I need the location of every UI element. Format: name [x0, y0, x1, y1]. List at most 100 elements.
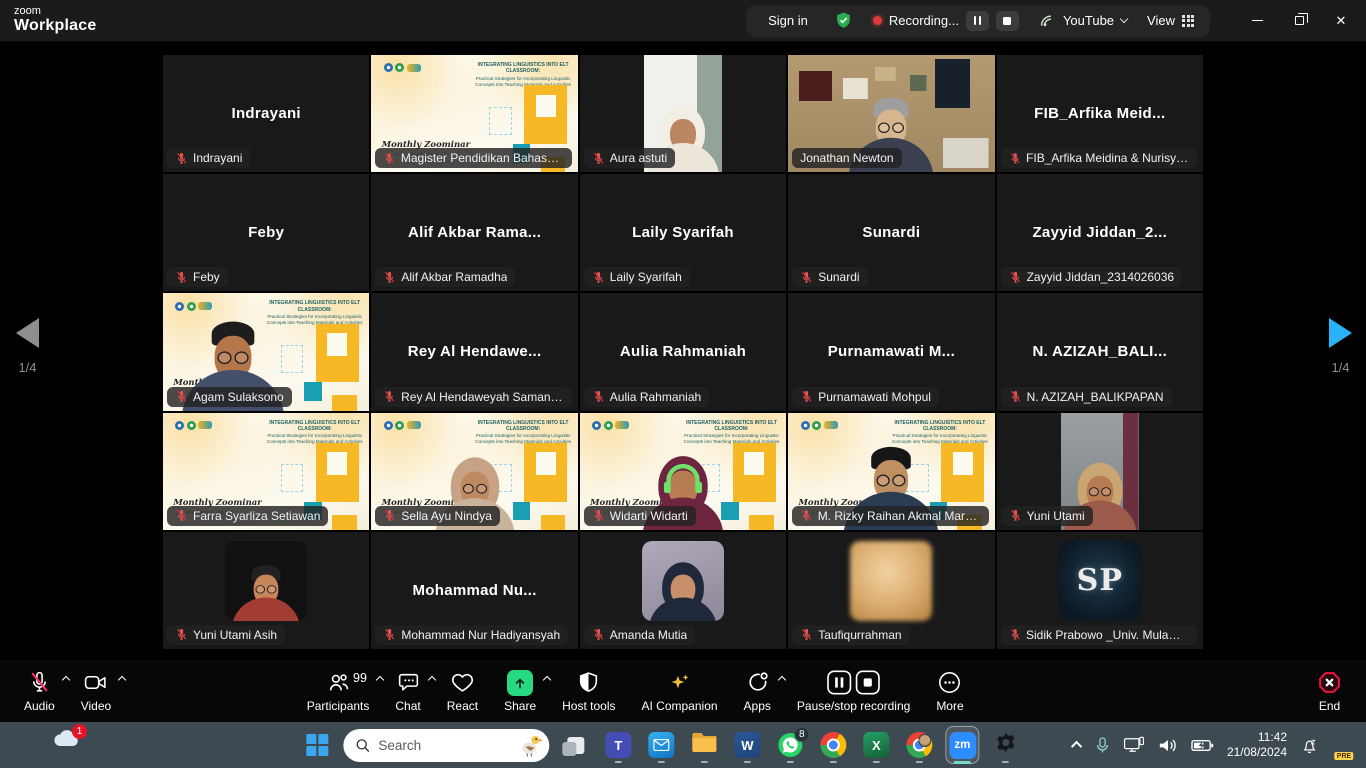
next-page-control[interactable]: 1/4 [1329, 318, 1352, 375]
close-button[interactable]: ✕ [1320, 0, 1362, 42]
taskbar-app-whatsapp[interactable]: 8 [773, 725, 807, 765]
taskbar-app-word[interactable]: W [730, 725, 764, 765]
participant-tile-7[interactable]: Alif Akbar Rama...Alif Akbar Ramadha [371, 174, 577, 291]
share-screen-green-icon [507, 670, 533, 696]
participant-tile-9[interactable]: SunardiSunardi [788, 174, 994, 291]
chevron-up-icon[interactable] [543, 676, 551, 684]
toolbar-button-label: Audio [24, 699, 55, 713]
taskbar-app-settings[interactable] [988, 725, 1022, 765]
participant-tile-6[interactable]: FebyFeby [163, 174, 369, 291]
participant-tile-17[interactable]: INTEGRATING LINGUISTICS INTO ELT CLASSRO… [371, 413, 577, 530]
chevron-up-icon[interactable] [428, 676, 436, 684]
taskbar-app-chrome-profile[interactable] [902, 725, 936, 765]
tray-battery-icon[interactable] [1191, 739, 1214, 752]
participant-name-label: Purnamawati Mohpul [792, 387, 939, 407]
chevron-up-icon[interactable] [61, 676, 69, 684]
slide-logos-icon [384, 63, 421, 72]
react-button[interactable]: React [447, 669, 478, 713]
slide-yellow-shape [524, 443, 567, 502]
taskbar-app-start[interactable] [300, 725, 334, 765]
participant-tile-15[interactable]: N. AZIZAH_BALI...N. AZIZAH_BALIKPAPAN [997, 293, 1203, 410]
clock-time: 11:42 [1227, 730, 1287, 745]
end-button[interactable]: End [1317, 669, 1342, 713]
participant-name-label: M. Rizky Raihan Akmal Marsudi [792, 506, 988, 526]
participant-tile-21[interactable]: Yuni Utami Asih [163, 532, 369, 649]
apps-button[interactable]: Apps [744, 669, 771, 713]
taskbar-app-excel[interactable]: X [859, 725, 893, 765]
participant-tile-4[interactable]: Jonathan Newton [788, 55, 994, 172]
taskbar-app-file-explorer[interactable] [687, 725, 721, 765]
view-menu[interactable]: View [1147, 13, 1194, 28]
participant-tile-20[interactable]: Yuni Utami [997, 413, 1203, 530]
participant-tile-19[interactable]: INTEGRATING LINGUISTICS INTO ELT CLASSRO… [788, 413, 994, 530]
participant-tile-1[interactable]: IndrayaniIndrayani [163, 55, 369, 172]
meeting-toolbar: Audio Video 99Participants Chat React Share Ho… [0, 660, 1366, 722]
tray-overflow-chevron-icon[interactable] [1071, 741, 1082, 752]
copilot-icon[interactable]: PRE [1332, 733, 1356, 757]
participants-button[interactable]: 99Participants [307, 669, 370, 713]
stop-recording-button[interactable] [996, 11, 1019, 31]
youtube-stream-menu[interactable]: YouTube [1039, 13, 1127, 28]
participant-tile-24[interactable]: Taufiqurrahman [788, 532, 994, 649]
participant-tile-25[interactable]: SPSidik Prabowo _Univ. Mulawar... [997, 532, 1203, 649]
tray-microphone-icon[interactable] [1095, 737, 1110, 754]
pause-stop-recording-button[interactable]: Pause/stop recording [797, 669, 910, 713]
share-button[interactable]: Share [504, 669, 536, 713]
zoom-meeting-window: zoom Workplace Sign in Recording... [0, 0, 1366, 768]
slide-logos-icon [175, 421, 212, 430]
taskbar-clock[interactable]: 11:42 21/08/2024 [1227, 730, 1287, 760]
restore-button[interactable] [1278, 0, 1320, 42]
taskbar-app-zoom[interactable]: zm [945, 725, 979, 765]
taskbar-app-mail[interactable] [644, 725, 678, 765]
notification-bell-icon[interactable] [1300, 736, 1319, 755]
participant-tile-5[interactable]: FIB_Arfika Meid...FIB_Arfika Meidina & N… [997, 55, 1203, 172]
taskbar-search-input[interactable]: Search [343, 729, 549, 762]
onedrive-badge: 1 [72, 724, 87, 739]
participant-tile-12[interactable]: Rey Al Hendawe...Rey Al Hendaweyah Saman… [371, 293, 577, 410]
participant-tile-16[interactable]: INTEGRATING LINGUISTICS INTO ELT CLASSRO… [163, 413, 369, 530]
toolbar-button-label: Chat [395, 699, 420, 713]
participant-tile-8[interactable]: Laily SyarifahLaily Syarifah [580, 174, 786, 291]
chevron-up-icon[interactable] [376, 676, 384, 684]
toolbar-button-label: AI Companion [642, 699, 718, 713]
onedrive-icon[interactable]: 1 [52, 729, 80, 754]
chevron-up-icon[interactable] [118, 676, 126, 684]
participant-tile-18[interactable]: INTEGRATING LINGUISTICS INTO ELT CLASSRO… [580, 413, 786, 530]
minimize-button[interactable] [1236, 0, 1278, 42]
participant-tile-13[interactable]: Aulia RahmaniahAulia Rahmaniah [580, 293, 786, 410]
view-label: View [1147, 13, 1175, 28]
participant-tile-23[interactable]: Amanda Mutia [580, 532, 786, 649]
participant-name-label: Yuni Utami Asih [167, 625, 285, 645]
taskbar-app-task-view[interactable] [558, 725, 592, 765]
participant-tile-10[interactable]: Zayyid Jiddan_2...Zayyid Jiddan_23140260… [997, 174, 1203, 291]
titlebar: zoom Workplace Sign in Recording... [0, 0, 1366, 42]
tray-speaker-icon[interactable] [1158, 737, 1178, 754]
participant-tile-3[interactable]: Aura astuti [580, 55, 786, 172]
chat-button[interactable]: Chat [395, 669, 420, 713]
next-page-arrow-icon[interactable] [1329, 318, 1352, 348]
audio-button[interactable]: Audio [24, 669, 55, 713]
participant-name-label: Sella Ayu Nindya [375, 506, 500, 526]
sign-in-button[interactable]: Sign in [762, 12, 814, 29]
ai-companion-button[interactable]: AI Companion [642, 669, 718, 713]
muted-mic-icon [800, 271, 813, 284]
taskbar-app-chrome[interactable] [816, 725, 850, 765]
pause-recording-button[interactable] [966, 11, 989, 31]
participant-tile-2[interactable]: INTEGRATING LINGUISTICS INTO ELT CLASSRO… [371, 55, 577, 172]
tray-display-icon[interactable] [1123, 736, 1145, 754]
participant-tile-11[interactable]: INTEGRATING LINGUISTICS INTO ELT CLASSRO… [163, 293, 369, 410]
muted-mic-icon [383, 509, 396, 522]
host-tools-button[interactable]: Host tools [562, 669, 615, 713]
taskbar-app-teams[interactable]: T [601, 725, 635, 765]
word-icon: W [734, 732, 760, 758]
video-button[interactable]: Video [81, 669, 111, 713]
previous-page-control[interactable]: 1/4 [16, 318, 39, 375]
participant-tile-14[interactable]: Purnamawati M...Purnamawati Mohpul [788, 293, 994, 410]
more-button[interactable]: More [936, 669, 963, 713]
muted-mic-icon [592, 509, 605, 522]
chevron-up-icon[interactable] [778, 676, 786, 684]
muted-mic-icon [383, 390, 396, 403]
muted-mic-icon [592, 628, 605, 641]
previous-page-arrow-icon[interactable] [16, 318, 39, 348]
participant-tile-22[interactable]: Mohammad Nu...Mohammad Nur Hadiyansyah [371, 532, 577, 649]
